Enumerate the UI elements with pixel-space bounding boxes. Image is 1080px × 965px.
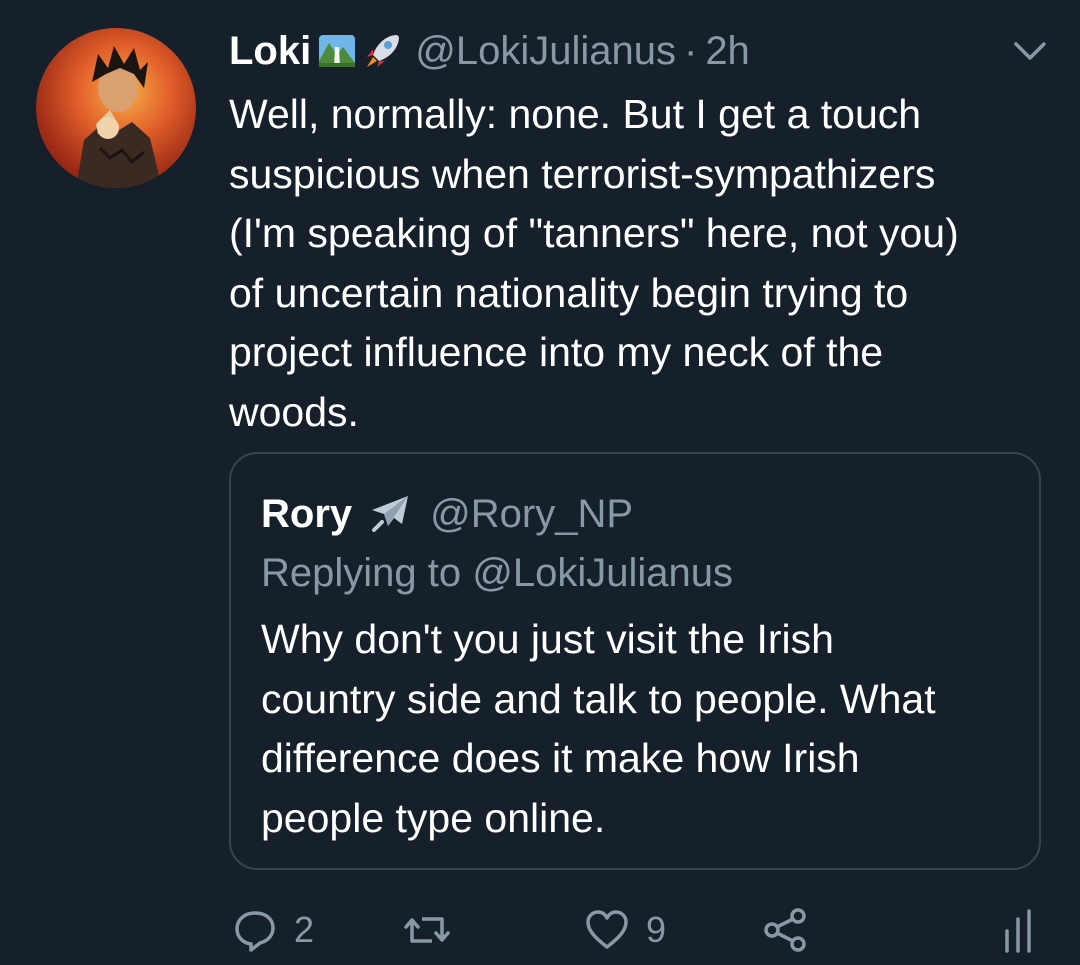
reply-count: 2 xyxy=(294,909,315,950)
retweet-icon xyxy=(404,917,450,943)
timestamp[interactable]: 2h xyxy=(705,29,750,74)
reply-icon xyxy=(235,911,275,952)
tweet-actions: 2 9 xyxy=(0,900,1080,960)
heart-icon xyxy=(586,910,628,949)
share-icon xyxy=(764,908,806,952)
display-name[interactable]: Loki xyxy=(229,29,311,74)
quoted-tweet-header: Rory @Rory_NP xyxy=(261,489,633,539)
like-count: 9 xyxy=(646,909,667,950)
quoted-tweet[interactable]: Rory @Rory_NP Replying to @LokiJulianus … xyxy=(229,452,1041,870)
quoted-user-handle: @Rory_NP xyxy=(430,491,634,536)
avatar[interactable] xyxy=(36,28,196,188)
analytics-icon xyxy=(1005,909,1031,953)
mountain-waterfall-emoji xyxy=(317,31,357,71)
reply-button[interactable]: 2 xyxy=(232,900,314,960)
rocket-emoji xyxy=(363,31,403,71)
tweet[interactable]: Loki @LokiJulianus · 2h Well, normally: … xyxy=(0,0,1080,965)
share-button[interactable] xyxy=(762,900,808,960)
replying-to: Replying to @LokiJulianus xyxy=(261,551,733,595)
quoted-tweet-text: Why don't you just visit the Irish count… xyxy=(261,616,936,841)
airplane-emoji xyxy=(368,492,412,536)
user-handle[interactable]: @LokiJulianus xyxy=(415,29,676,74)
tweet-header: Loki @LokiJulianus · 2h xyxy=(229,26,750,76)
like-button[interactable]: 9 xyxy=(584,900,666,960)
separator-dot: · xyxy=(683,28,698,73)
quoted-display-name: Rory xyxy=(261,491,353,536)
retweet-button[interactable] xyxy=(404,900,466,960)
analytics-button[interactable] xyxy=(998,900,1044,960)
avatar-image xyxy=(76,46,162,188)
tweet-text: Well, normally: none. But I get a touch … xyxy=(229,91,959,435)
chevron-down-icon[interactable] xyxy=(1010,36,1050,66)
